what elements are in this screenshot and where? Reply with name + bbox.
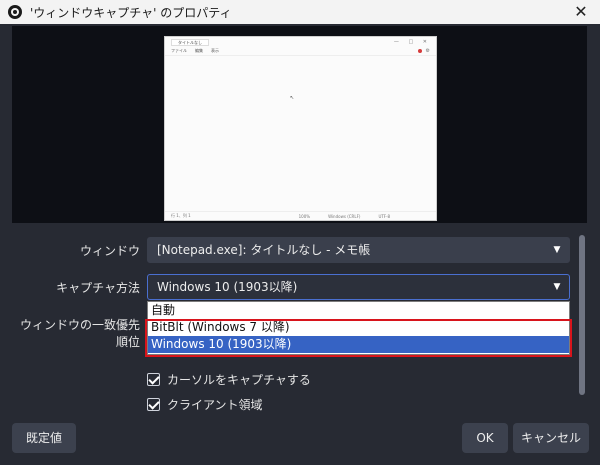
preview-menu-item: ファイル [171, 48, 187, 53]
preview-status-item: UTF-8 [378, 213, 391, 219]
window-title: 'ウィンドウキャプチャ' のプロパティ [30, 5, 232, 20]
capture-cursor-label: カーソルをキャプチャする [167, 373, 311, 387]
preview-profile-icon [417, 49, 422, 53]
obs-app-icon [8, 5, 22, 19]
capture-method-select[interactable]: Windows 10 (1903以降) ▼ [147, 274, 570, 300]
preview-status-item: 100% [298, 213, 311, 219]
preview-toolbar-icons: ⚙ [417, 48, 430, 54]
preview-status-item: Windows (CRLF) [328, 213, 361, 219]
preview-menu-item: 表示 [211, 48, 219, 53]
close-icon[interactable]: ✕ [572, 3, 590, 21]
preview-settings-icon: ⚙ [425, 48, 430, 54]
preview-titlebar: タイトルなし — □ ✕ [165, 37, 436, 47]
window-titlebar: 'ウィンドウキャプチャ' のプロパティ ✕ [0, 0, 600, 24]
client-area-checkbox[interactable] [147, 398, 160, 411]
preview-mouse-cursor-icon: ↖ [290, 95, 295, 101]
capture-cursor-checkbox-row[interactable]: カーソルをキャプチャする [147, 371, 311, 388]
capture-preview: タイトルなし — □ ✕ ファイル 編集 表示 ⚙ ↖ 行 1、列 1 100%… [12, 26, 587, 223]
defaults-button[interactable]: 既定値 [12, 423, 76, 453]
dropdown-option-auto[interactable]: 自動 [148, 302, 569, 319]
capture-method-value: Windows 10 (1903以降) [157, 280, 298, 294]
window-label: ウィンドウ [79, 244, 140, 258]
capture-method-label: キャプチャ方法 [56, 281, 140, 295]
window-match-priority-label: ウィンドウの一致優先順位 [19, 318, 140, 349]
highlight-annotation-box [145, 319, 572, 357]
ok-button[interactable]: OK [462, 423, 508, 453]
preview-status-item: 行 1、列 1 [171, 213, 191, 218]
preview-notepad-window: タイトルなし — □ ✕ ファイル 編集 表示 ⚙ ↖ 行 1、列 1 100%… [164, 36, 437, 221]
client-area-label: クライアント領域 [167, 398, 263, 412]
preview-statusbar: 行 1、列 1 100% Windows (CRLF) UTF-8 [165, 211, 436, 220]
preview-menu: ファイル 編集 表示 [165, 47, 436, 56]
window-select-value: [Notepad.exe]: タイトルなし - メモ帳 [157, 243, 371, 257]
preview-tab: タイトルなし [171, 38, 209, 46]
properties-scrollbar[interactable] [579, 233, 585, 411]
preview-menu-item: 編集 [195, 48, 203, 53]
capture-cursor-checkbox[interactable] [147, 373, 160, 386]
chevron-down-icon: ▼ [553, 245, 561, 255]
client-area-checkbox-row[interactable]: クライアント領域 [147, 396, 263, 413]
scrollbar-thumb[interactable] [579, 235, 585, 395]
chevron-down-icon: ▼ [553, 282, 561, 292]
preview-window-controls: — □ ✕ [393, 39, 431, 45]
cancel-button[interactable]: キャンセル [513, 423, 589, 453]
window-select[interactable]: [Notepad.exe]: タイトルなし - メモ帳 ▼ [147, 237, 570, 263]
